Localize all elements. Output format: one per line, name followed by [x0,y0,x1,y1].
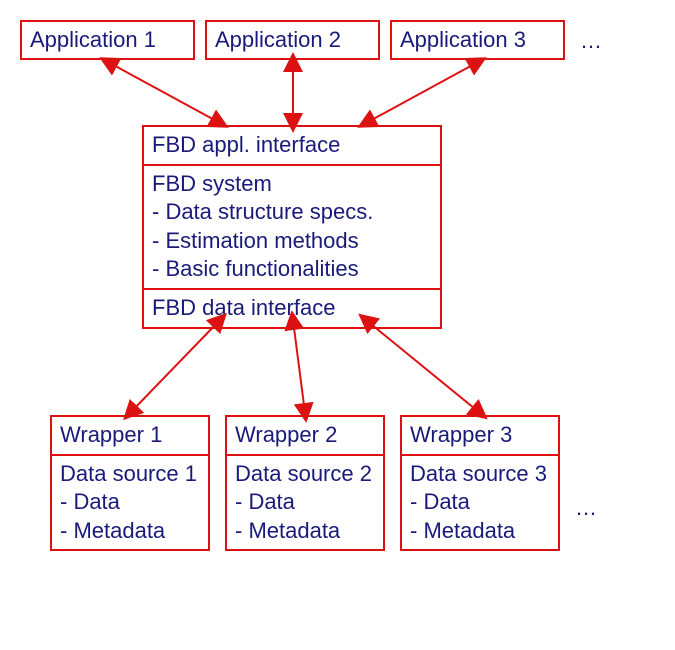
fbd-system-item: - Data structure specs. [152,198,432,227]
wrapper-box-3: Wrapper 3 Data source 3 - Data - Metadat… [400,415,560,551]
wrapper-item: - Metadata [235,517,375,546]
application-box-1: Application 1 [20,20,195,60]
wrapper-item: - Data [60,488,200,517]
wrapper-title: Wrapper 3 [402,417,558,454]
wrapper-box-1: Wrapper 1 Data source 1 - Data - Metadat… [50,415,210,551]
wrapper-item: - Data [410,488,550,517]
applications-ellipsis: … [580,28,602,54]
wrapper-title: Wrapper 2 [227,417,383,454]
fbd-system-title: FBD system [152,170,432,199]
fbd-system-item: - Estimation methods [152,227,432,256]
wrapper-box-2: Wrapper 2 Data source 2 - Data - Metadat… [225,415,385,551]
wrapper-item: - Metadata [410,517,550,546]
wrapper-item: - Metadata [60,517,200,546]
application-box-3: Application 3 [390,20,565,60]
wrapper-title: Wrapper 1 [52,417,208,454]
wrapper-source: Data source 3 [410,460,550,489]
wrappers-ellipsis: … [575,495,597,521]
application-box-2: Application 2 [205,20,380,60]
application-label: Application 1 [30,27,156,52]
application-label: Application 2 [215,27,341,52]
application-label: Application 3 [400,27,526,52]
fbd-data-interface: FBD data interface [144,288,440,327]
fbd-appl-interface: FBD appl. interface [144,127,440,164]
wrapper-source: Data source 1 [60,460,200,489]
wrapper-source: Data source 2 [235,460,375,489]
fbd-core-box: FBD appl. interface FBD system - Data st… [142,125,442,329]
wrapper-item: - Data [235,488,375,517]
fbd-system-item: - Basic functionalities [152,255,432,284]
